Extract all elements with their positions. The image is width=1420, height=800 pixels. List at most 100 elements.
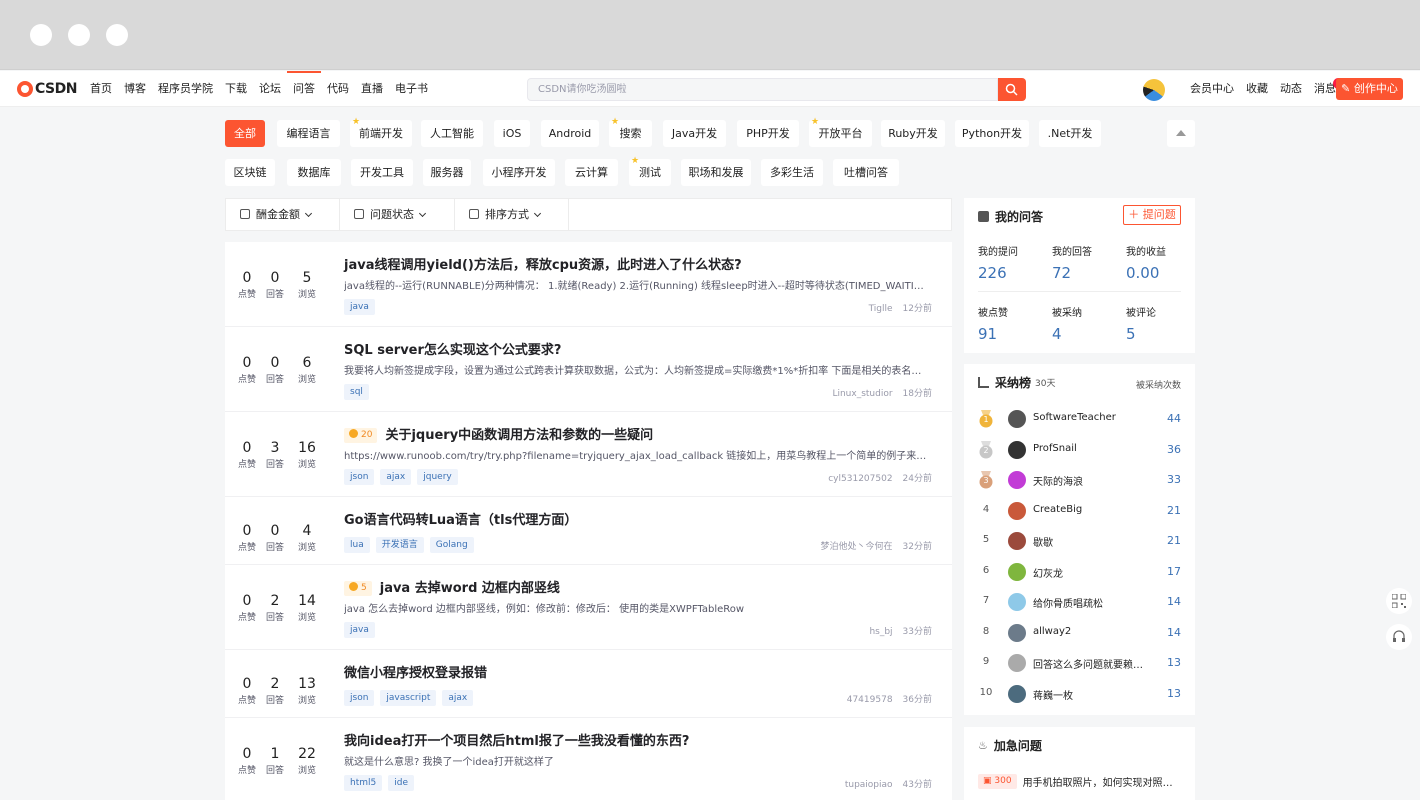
ranking-avatar[interactable]: [1008, 501, 1026, 520]
filter-1[interactable]: 问题状态: [340, 199, 455, 230]
question-row[interactable]: 0 点赞 2 回答 13 浏览 微信小程序授权登录报错 json javascript ajax 4…: [225, 650, 952, 718]
category-tab-22[interactable]: 吐槽问答: [833, 159, 899, 186]
ranking-name[interactable]: 蒋巍一枚: [1033, 687, 1148, 702]
user-avatar[interactable]: [1143, 79, 1165, 101]
tag[interactable]: sql: [344, 384, 369, 400]
urgent-item[interactable]: ▣ 300 用手机拍取照片，如何实现对照片进行识别: [978, 774, 1181, 789]
ranking-avatar[interactable]: [1008, 471, 1026, 489]
category-tab-6[interactable]: ★ 搜索: [609, 118, 652, 147]
my-stat-3[interactable]: 被点赞 91: [978, 304, 1048, 343]
question-title[interactable]: 20 关于jquery中函数调用方法和参数的一些疑问: [344, 424, 653, 443]
tag[interactable]: java: [344, 299, 375, 315]
window-zoom-dot[interactable]: [106, 24, 128, 46]
ranking-avatar[interactable]: [1008, 684, 1026, 703]
question-author[interactable]: tupaiopiao: [845, 780, 893, 790]
tag[interactable]: ajax: [380, 469, 412, 485]
ranking-row[interactable]: 4 CreateBig 21: [978, 496, 1181, 526]
tag[interactable]: lua: [344, 537, 370, 553]
category-tab-14[interactable]: 数据库: [287, 159, 341, 186]
my-stat-1[interactable]: 我的回答 72: [1052, 243, 1122, 282]
category-tab-17[interactable]: 小程序开发: [483, 159, 555, 186]
nav-link-5[interactable]: 问答: [287, 71, 321, 107]
ranking-avatar[interactable]: [1008, 410, 1026, 428]
ranking-row[interactable]: 8 allway2 14: [978, 618, 1181, 648]
tag[interactable]: json: [344, 469, 375, 485]
question-author[interactable]: cyl531207502: [828, 474, 892, 484]
question-author[interactable]: hs_bj: [869, 627, 892, 637]
window-close-dot[interactable]: [30, 24, 52, 46]
question-row[interactable]: 0 点赞 3 回答 16 浏览 20 关于jquery中函数调用方法和参数的一些疑问 https…: [225, 412, 952, 497]
tag[interactable]: java: [344, 622, 375, 638]
window-minimize-dot[interactable]: [68, 24, 90, 46]
category-tab-8[interactable]: PHP开发: [737, 120, 799, 147]
category-tab-0[interactable]: 全部: [225, 120, 265, 147]
tag[interactable]: ide: [388, 775, 414, 791]
nav-link-7[interactable]: 直播: [355, 71, 389, 107]
ranking-row[interactable]: 10 蒋巍一枚 13: [978, 679, 1181, 709]
category-tab-2[interactable]: ★ 前端开发: [350, 118, 412, 147]
question-author[interactable]: 梦泊他处丶今何在: [821, 542, 893, 552]
filter-0[interactable]: 酬金金额: [226, 199, 340, 230]
nav-link-2[interactable]: 程序员学院: [152, 71, 219, 107]
ranking-name[interactable]: ProfSnail: [1033, 443, 1148, 454]
ranking-name[interactable]: CreateBig: [1033, 504, 1148, 515]
my-stat-4[interactable]: 被采纳 4: [1052, 304, 1122, 343]
category-tab-7[interactable]: Java开发: [663, 120, 726, 147]
category-tab-10[interactable]: Ruby开发: [881, 120, 945, 147]
ranking-row[interactable]: 7 给你骨质唱疏松 14: [978, 587, 1181, 617]
nav-link-3[interactable]: 下载: [219, 71, 253, 107]
ranking-avatar[interactable]: [1008, 440, 1026, 459]
ranking-avatar[interactable]: [1008, 654, 1026, 672]
ranking-avatar[interactable]: [1008, 562, 1026, 581]
ranking-row[interactable]: 1 SoftwareTeacher 44: [978, 404, 1181, 434]
question-author[interactable]: Tiglle: [869, 304, 893, 314]
category-tab-19[interactable]: ★ 测试: [629, 157, 671, 186]
nav-link-8[interactable]: 电子书: [389, 71, 434, 107]
question-author[interactable]: Linux_studior: [832, 389, 892, 399]
category-tab-20[interactable]: 职场和发展: [681, 159, 751, 186]
my-stat-0[interactable]: 我的提问 226: [978, 243, 1048, 282]
category-tab-21[interactable]: 多彩生活: [761, 159, 823, 186]
ranking-row[interactable]: 9 回答这么多问题就要赖我了 13: [978, 648, 1181, 678]
user-nav-link-0[interactable]: 会员中心: [1184, 71, 1240, 107]
tag[interactable]: ajax: [442, 690, 474, 706]
tag[interactable]: 开发语言: [375, 537, 424, 553]
my-stat-2[interactable]: 我的收益 0.00: [1126, 243, 1196, 282]
qr-code-button[interactable]: [1386, 588, 1412, 614]
question-title[interactable]: 微信小程序授权登录报错: [344, 662, 487, 681]
customer-service-button[interactable]: [1386, 624, 1412, 650]
ranking-name[interactable]: 幻灰龙: [1033, 565, 1148, 580]
question-row[interactable]: 0 点赞 0 回答 5 浏览 java线程调用yield()方法后，释放cpu资源，此时进入…: [225, 242, 952, 327]
my-stat-5[interactable]: 被评论 5: [1126, 304, 1196, 343]
nav-link-6[interactable]: 代码: [321, 71, 355, 107]
category-tab-16[interactable]: 服务器: [423, 159, 471, 186]
category-tab-9[interactable]: ★ 开放平台: [809, 118, 872, 147]
question-title[interactable]: SQL server怎么实现这个公式要求?: [344, 339, 561, 358]
category-tab-3[interactable]: 人工智能: [421, 120, 483, 147]
filter-2[interactable]: 排序方式: [455, 199, 569, 230]
nav-link-0[interactable]: 首页: [84, 71, 118, 107]
ranking-name[interactable]: 天际的海浪: [1033, 473, 1148, 488]
tag[interactable]: javascript: [380, 690, 437, 706]
category-tab-1[interactable]: 编程语言: [277, 120, 340, 147]
ranking-name[interactable]: 歇歇: [1033, 534, 1148, 549]
category-tab-11[interactable]: Python开发: [955, 120, 1029, 147]
question-title[interactable]: java线程调用yield()方法后，释放cpu资源，此时进入了什么状态?: [344, 254, 742, 273]
tag[interactable]: jquery: [417, 469, 458, 485]
user-nav-link-2[interactable]: 动态: [1274, 71, 1308, 107]
question-title[interactable]: Go语言代码转Lua语言（tls代理方面）: [344, 509, 577, 528]
category-tab-12[interactable]: .Net开发: [1039, 120, 1101, 147]
tag[interactable]: json: [344, 690, 375, 706]
ranking-row[interactable]: 6 幻灰龙 17: [978, 557, 1181, 587]
ranking-name[interactable]: SoftwareTeacher: [1033, 412, 1148, 423]
nav-link-4[interactable]: 论坛: [253, 71, 287, 107]
ranking-avatar[interactable]: [1008, 623, 1026, 642]
collapse-categories-button[interactable]: [1167, 120, 1195, 147]
ranking-row[interactable]: 3 天际的海浪 33: [978, 465, 1181, 495]
ranking-name[interactable]: 给你骨质唱疏松: [1033, 595, 1148, 610]
ask-question-button[interactable]: ＋ 提问题: [1123, 205, 1181, 225]
question-row[interactable]: 0 点赞 0 回答 4 浏览 Go语言代码转Lua语言（tls代理方面） lua 开发语言 Gol…: [225, 497, 952, 565]
tag[interactable]: Golang: [429, 537, 474, 553]
ranking-row[interactable]: 5 歇歇 21: [978, 526, 1181, 556]
category-tab-13[interactable]: 区块链: [225, 159, 275, 186]
